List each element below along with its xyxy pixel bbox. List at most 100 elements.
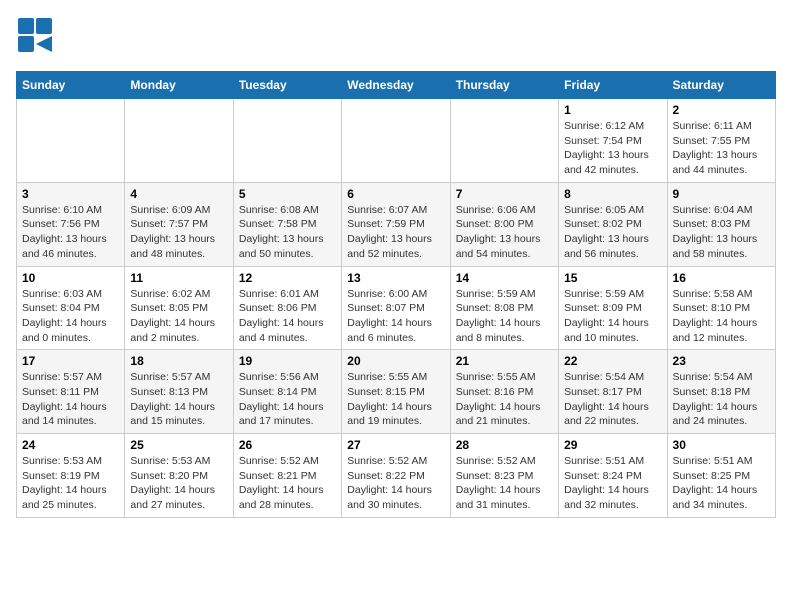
day-info: Sunrise: 6:12 AM Sunset: 7:54 PM Dayligh… [564,119,661,178]
week-row-1: 1 Sunrise: 6:12 AM Sunset: 7:54 PM Daylig… [17,99,776,183]
calendar-cell: 7Sunrise: 6:06 AM Sunset: 8:00 PM Daylig… [450,182,558,266]
day-info: Sunrise: 6:02 AM Sunset: 8:05 PM Dayligh… [130,287,227,346]
day-info: Sunrise: 5:57 AM Sunset: 8:13 PM Dayligh… [130,370,227,429]
calendar-cell: 18 Sunrise: 5:57 AM Sunset: 8:13 PM Dayli… [125,350,233,434]
calendar-cell: 6 Sunrise: 6:07 AM Sunset: 7:59 PM Daylig… [342,182,450,266]
day-info: Sunrise: 6:07 AM Sunset: 7:59 PM Dayligh… [347,203,444,262]
day-info: Sunrise: 5:51 AM Sunset: 8:24 PM Dayligh… [564,454,661,513]
day-info: Sunrise: 5:51 AM Sunset: 8:25 PM Dayligh… [673,454,770,513]
calendar-cell: 1 Sunrise: 6:12 AM Sunset: 7:54 PM Daylig… [559,99,667,183]
day-info: Sunrise: 5:57 AM Sunset: 8:11 PM Dayligh… [22,370,119,429]
day-info: Sunrise: 6:10 AM Sunset: 7:56 PM Dayligh… [22,203,119,262]
day-info: Sunrise: 5:59 AM Sunset: 8:08 PM Dayligh… [456,287,553,346]
day-info: Sunrise: 6:01 AM Sunset: 8:06 PM Dayligh… [239,287,336,346]
calendar-cell: 29 Sunrise: 5:51 AM Sunset: 8:24 PM Dayli… [559,434,667,518]
weekday-header-thursday: Thursday [450,72,558,99]
page-header [16,16,776,59]
day-number: 1 [564,103,661,117]
weekday-header-wednesday: Wednesday [342,72,450,99]
day-info: Sunrise: 5:53 AM Sunset: 8:20 PM Dayligh… [130,454,227,513]
day-number: 2 [673,103,770,117]
calendar-cell: 21 Sunrise: 5:55 AM Sunset: 8:16 PM Dayli… [450,350,558,434]
day-number: 17 [22,354,119,368]
week-row-2: 3 Sunrise: 6:10 AM Sunset: 7:56 PM Daylig… [17,182,776,266]
calendar-cell: 16 Sunrise: 5:58 AM Sunset: 8:10 PM Dayli… [667,266,775,350]
calendar-table: SundayMondayTuesdayWednesdayThursdayFrid… [16,71,776,518]
calendar-cell: 24 Sunrise: 5:53 AM Sunset: 8:19 PM Dayli… [17,434,125,518]
day-number: 22 [564,354,661,368]
day-number: 14 [456,271,553,285]
day-info: Sunrise: 6:09 AM Sunset: 7:57 PM Dayligh… [130,203,227,262]
day-info: Sunrise: 5:54 AM Sunset: 8:18 PM Dayligh… [673,370,770,429]
day-number: 4 [130,187,227,201]
day-info: Sunrise: 5:55 AM Sunset: 8:16 PM Dayligh… [456,370,553,429]
week-row-3: 10 Sunrise: 6:03 AM Sunset: 8:04 PM Dayli… [17,266,776,350]
calendar-cell: 20Sunrise: 5:55 AM Sunset: 8:15 PM Dayli… [342,350,450,434]
calendar-cell [233,99,341,183]
day-number: 29 [564,438,661,452]
weekday-header-monday: Monday [125,72,233,99]
day-number: 30 [673,438,770,452]
calendar-cell: 5 Sunrise: 6:08 AM Sunset: 7:58 PM Daylig… [233,182,341,266]
day-number: 18 [130,354,227,368]
day-number: 8 [564,187,661,201]
day-number: 3 [22,187,119,201]
day-info: Sunrise: 6:04 AM Sunset: 8:03 PM Dayligh… [673,203,770,262]
day-number: 28 [456,438,553,452]
day-number: 13 [347,271,444,285]
week-row-4: 17 Sunrise: 5:57 AM Sunset: 8:11 PM Dayli… [17,350,776,434]
day-info: Sunrise: 5:58 AM Sunset: 8:10 PM Dayligh… [673,287,770,346]
logo [16,16,60,59]
day-number: 20 [347,354,444,368]
day-number: 11 [130,271,227,285]
calendar-cell: 25 Sunrise: 5:53 AM Sunset: 8:20 PM Dayli… [125,434,233,518]
day-info: Sunrise: 6:00 AM Sunset: 8:07 PM Dayligh… [347,287,444,346]
day-number: 21 [456,354,553,368]
day-number: 24 [22,438,119,452]
calendar-cell: 3 Sunrise: 6:10 AM Sunset: 7:56 PM Daylig… [17,182,125,266]
day-info: Sunrise: 6:11 AM Sunset: 7:55 PM Dayligh… [673,119,770,178]
day-number: 23 [673,354,770,368]
day-number: 5 [239,187,336,201]
day-number: 16 [673,271,770,285]
calendar-cell: 17 Sunrise: 5:57 AM Sunset: 8:11 PM Dayli… [17,350,125,434]
day-info: Sunrise: 5:52 AM Sunset: 8:22 PM Dayligh… [347,454,444,513]
day-number: 15 [564,271,661,285]
calendar-cell: 11 Sunrise: 6:02 AM Sunset: 8:05 PM Dayli… [125,266,233,350]
day-number: 6 [347,187,444,201]
day-info: Sunrise: 6:05 AM Sunset: 8:02 PM Dayligh… [564,203,661,262]
calendar-cell: 8 Sunrise: 6:05 AM Sunset: 8:02 PM Daylig… [559,182,667,266]
weekday-header-tuesday: Tuesday [233,72,341,99]
day-number: 27 [347,438,444,452]
calendar-cell: 27 Sunrise: 5:52 AM Sunset: 8:22 PM Dayli… [342,434,450,518]
calendar-cell: 13 Sunrise: 6:00 AM Sunset: 8:07 PM Dayli… [342,266,450,350]
day-info: Sunrise: 5:59 AM Sunset: 8:09 PM Dayligh… [564,287,661,346]
day-info: Sunrise: 6:06 AM Sunset: 8:00 PM Dayligh… [456,203,553,262]
calendar-cell: 26 Sunrise: 5:52 AM Sunset: 8:21 PM Dayli… [233,434,341,518]
day-info: Sunrise: 5:54 AM Sunset: 8:17 PM Dayligh… [564,370,661,429]
day-info: Sunrise: 6:03 AM Sunset: 8:04 PM Dayligh… [22,287,119,346]
calendar-cell: 4 Sunrise: 6:09 AM Sunset: 7:57 PM Daylig… [125,182,233,266]
calendar-cell: 23 Sunrise: 5:54 AM Sunset: 8:18 PM Dayli… [667,350,775,434]
calendar-cell: 2 Sunrise: 6:11 AM Sunset: 7:55 PM Daylig… [667,99,775,183]
day-number: 26 [239,438,336,452]
calendar-cell [17,99,125,183]
day-info: Sunrise: 5:52 AM Sunset: 8:21 PM Dayligh… [239,454,336,513]
day-number: 10 [22,271,119,285]
calendar-cell: 30 Sunrise: 5:51 AM Sunset: 8:25 PM Dayli… [667,434,775,518]
day-number: 9 [673,187,770,201]
calendar-cell: 9 Sunrise: 6:04 AM Sunset: 8:03 PM Daylig… [667,182,775,266]
day-info: Sunrise: 5:53 AM Sunset: 8:19 PM Dayligh… [22,454,119,513]
calendar-cell: 19 Sunrise: 5:56 AM Sunset: 8:14 PM Dayli… [233,350,341,434]
day-number: 19 [239,354,336,368]
day-info: Sunrise: 6:08 AM Sunset: 7:58 PM Dayligh… [239,203,336,262]
calendar-cell: 15 Sunrise: 5:59 AM Sunset: 8:09 PM Dayli… [559,266,667,350]
calendar-cell: 10 Sunrise: 6:03 AM Sunset: 8:04 PM Dayli… [17,266,125,350]
week-row-5: 24 Sunrise: 5:53 AM Sunset: 8:19 PM Dayli… [17,434,776,518]
day-number: 25 [130,438,227,452]
logo-icon [16,16,56,54]
weekday-header-sunday: Sunday [17,72,125,99]
weekday-header-friday: Friday [559,72,667,99]
day-info: Sunrise: 5:56 AM Sunset: 8:14 PM Dayligh… [239,370,336,429]
weekday-header-saturday: Saturday [667,72,775,99]
